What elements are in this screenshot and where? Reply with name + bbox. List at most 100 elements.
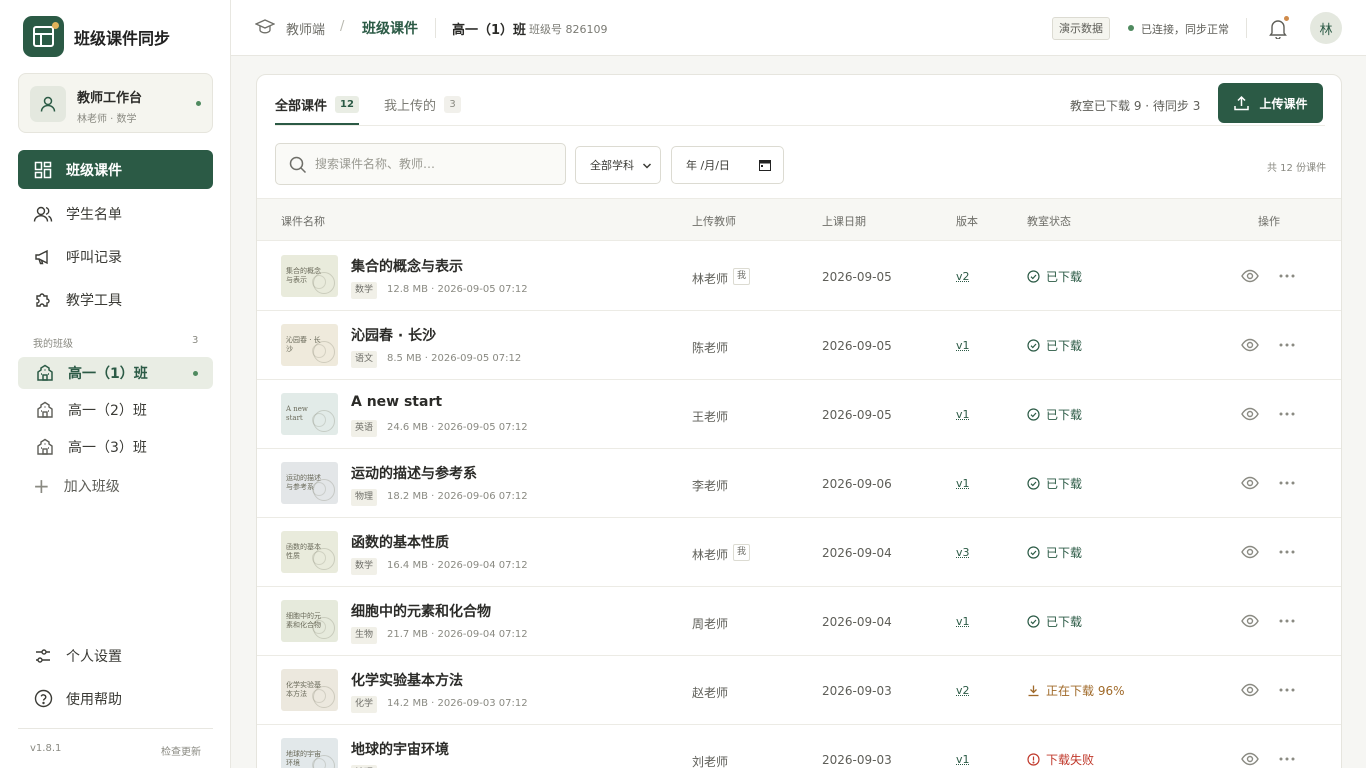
check-update-link[interactable]: 检查更新 [161,743,201,758]
check-circle-icon [1027,546,1046,559]
tab-count: 3 [444,96,462,113]
avatar[interactable]: 林 [1310,12,1342,44]
total-count: 共 12 份课件 [1267,163,1327,174]
active-class-dot [193,371,198,376]
version-link[interactable]: v1 [956,615,970,628]
more-actions-icon[interactable] [1278,474,1296,496]
nav-item-students[interactable]: 学生名单 [18,194,213,233]
courseware-thumbnail: 沁园春 · 长沙 [281,324,338,366]
preview-eye-icon[interactable] [1241,405,1259,427]
nav-item-help[interactable]: 使用帮助 [18,679,213,718]
more-actions-icon[interactable] [1278,612,1296,634]
nav-item-settings[interactable]: 个人设置 [18,636,213,675]
courseware-meta: 14.2 MB · 2026-09-03 07:12 [387,698,528,709]
preview-eye-icon[interactable] [1241,750,1259,768]
courseware-title[interactable]: 沁园春 · 长沙 [351,325,436,345]
nav-item-courseware[interactable]: 班级课件 [18,150,213,189]
table-row[interactable]: 细胞中的元素和化合物 细胞中的元素和化合物 生物 21.7 MB · 2026-09-… [257,587,1341,656]
table-row[interactable]: 沁园春 · 长沙 沁园春 · 长沙 语文 8.5 MB · 2026-09-05 07… [257,311,1341,380]
uploader-teacher: 李老师 [692,479,729,493]
thumbnail-decoration [312,275,326,289]
subject-filter-select[interactable]: 全部学科 [575,146,661,184]
more-actions-icon[interactable] [1278,681,1296,703]
more-actions-icon[interactable] [1278,405,1296,427]
preview-eye-icon[interactable] [1241,474,1259,496]
nav-item-call-records[interactable]: 呼叫记录 [18,237,213,276]
breadcrumb-current: 班级课件 [362,21,418,37]
date-filter-input[interactable]: 年 /月/日 [671,146,784,184]
column-header[interactable]: 版本 [956,213,978,229]
table-row[interactable]: 集合的概念与表示 集合的概念与表示 数学 12.8 MB · 2026-09-05 0… [257,242,1341,311]
courseware-title[interactable]: 地球的宇宙环境 [351,739,449,759]
class-item-label: 高一（2）班 [68,403,147,419]
more-actions-icon[interactable] [1278,750,1296,768]
search-icon [289,156,307,174]
thumbnail-decoration [312,758,326,768]
preview-eye-icon[interactable] [1241,612,1259,634]
status-text: 正在下载 96% [1046,684,1125,698]
table-row[interactable]: 运动的描述与参考系 运动的描述与参考系 物理 18.2 MB · 2026-09-06… [257,449,1341,518]
column-header[interactable]: 上课日期 [822,213,866,229]
divider [1246,18,1247,38]
courseware-title[interactable]: 细胞中的元素和化合物 [351,601,491,621]
join-class-button[interactable]: + 加入班级 [33,476,120,496]
breadcrumb-root[interactable]: 教师端 [286,19,325,38]
preview-eye-icon[interactable] [1241,543,1259,565]
classroom-sync-status: 教室已下载 9 · 待同步 3 [1070,99,1201,113]
preview-eye-icon[interactable] [1241,681,1259,703]
demo-data-badge: 演示数据 [1052,17,1110,40]
courseware-title[interactable]: A new start [351,394,442,410]
upload-courseware-button[interactable]: 上传课件 [1218,83,1323,123]
thumbnail-decoration [312,620,326,634]
users-icon [33,204,53,224]
version-link[interactable]: v2 [956,270,970,283]
online-status-dot [196,101,201,106]
preview-eye-icon[interactable] [1241,267,1259,289]
table-row[interactable]: 地球的宇宙环境地球的宇宙环境地理刘老师2026-09-03v1下载失败 [257,725,1341,768]
courseware-thumbnail: 化学实验基本方法 [281,669,338,711]
graduation-cap-icon [254,18,276,40]
courseware-title[interactable]: 函数的基本性质 [351,532,449,552]
version-link[interactable]: v2 [956,684,970,697]
version-link[interactable]: v1 [956,753,970,766]
courseware-meta: 18.2 MB · 2026-09-06 07:12 [387,491,528,502]
version-link[interactable]: v1 [956,408,970,421]
more-actions-icon[interactable] [1278,336,1296,358]
topbar: 教师端 / 班级课件 高一（1）班 班级号 826109 演示数据 已连接，同步… [231,0,1366,56]
thumbnail-decoration [312,344,326,358]
column-header[interactable]: 上传教师 [692,213,736,229]
table-row[interactable]: 化学实验基本方法 化学实验基本方法 化学 14.2 MB · 2026-09-03 0… [257,656,1341,725]
status-text: 已下载 [1046,270,1083,284]
table-row[interactable]: 函数的基本性质 函数的基本性质 数学 16.4 MB · 2026-09-04 07:… [257,518,1341,587]
thumbnail-decoration [312,482,326,496]
class-date: 2026-09-05 [822,270,892,284]
search-input[interactable] [315,154,555,174]
me-tag: 我 [733,544,751,561]
more-actions-icon[interactable] [1278,543,1296,565]
courseware-thumbnail: 地球的宇宙环境 [281,738,338,768]
school-building-icon [36,438,54,456]
version-link[interactable]: v3 [956,546,970,559]
more-actions-icon[interactable] [1278,267,1296,289]
nav-item-teaching-tools[interactable]: 教学工具 [18,280,213,319]
column-header[interactable]: 教室状态 [1027,213,1071,229]
status-text: 已下载 [1046,546,1083,560]
class-item-1[interactable]: 高一（1）班 [18,357,213,389]
version-link[interactable]: v1 [956,339,970,352]
class-item-3[interactable]: 高一（3）班 [18,431,213,463]
preview-eye-icon[interactable] [1241,336,1259,358]
tab-my-uploads[interactable]: 我上传的 3 [384,95,462,114]
class-date: 2026-09-03 [822,684,892,698]
profile-card[interactable]: 教师工作台 林老师 · 数学 [18,73,213,133]
brand[interactable]: 班级课件同步 [23,16,170,57]
subject-tag: 数学 [351,558,378,575]
column-header[interactable]: 课件名称 [281,213,325,229]
tab-all-courseware[interactable]: 全部课件 12 [275,95,359,114]
courseware-title[interactable]: 运动的描述与参考系 [351,463,477,483]
class-item-2[interactable]: 高一（2）班 [18,394,213,426]
courseware-title[interactable]: 化学实验基本方法 [351,670,463,690]
courseware-title[interactable]: 集合的概念与表示 [351,256,463,276]
version-link[interactable]: v1 [956,477,970,490]
uploader-teacher: 王老师 [692,410,729,424]
table-row[interactable]: A new start A new start 英语 24.6 MB · 2026-0… [257,380,1341,449]
